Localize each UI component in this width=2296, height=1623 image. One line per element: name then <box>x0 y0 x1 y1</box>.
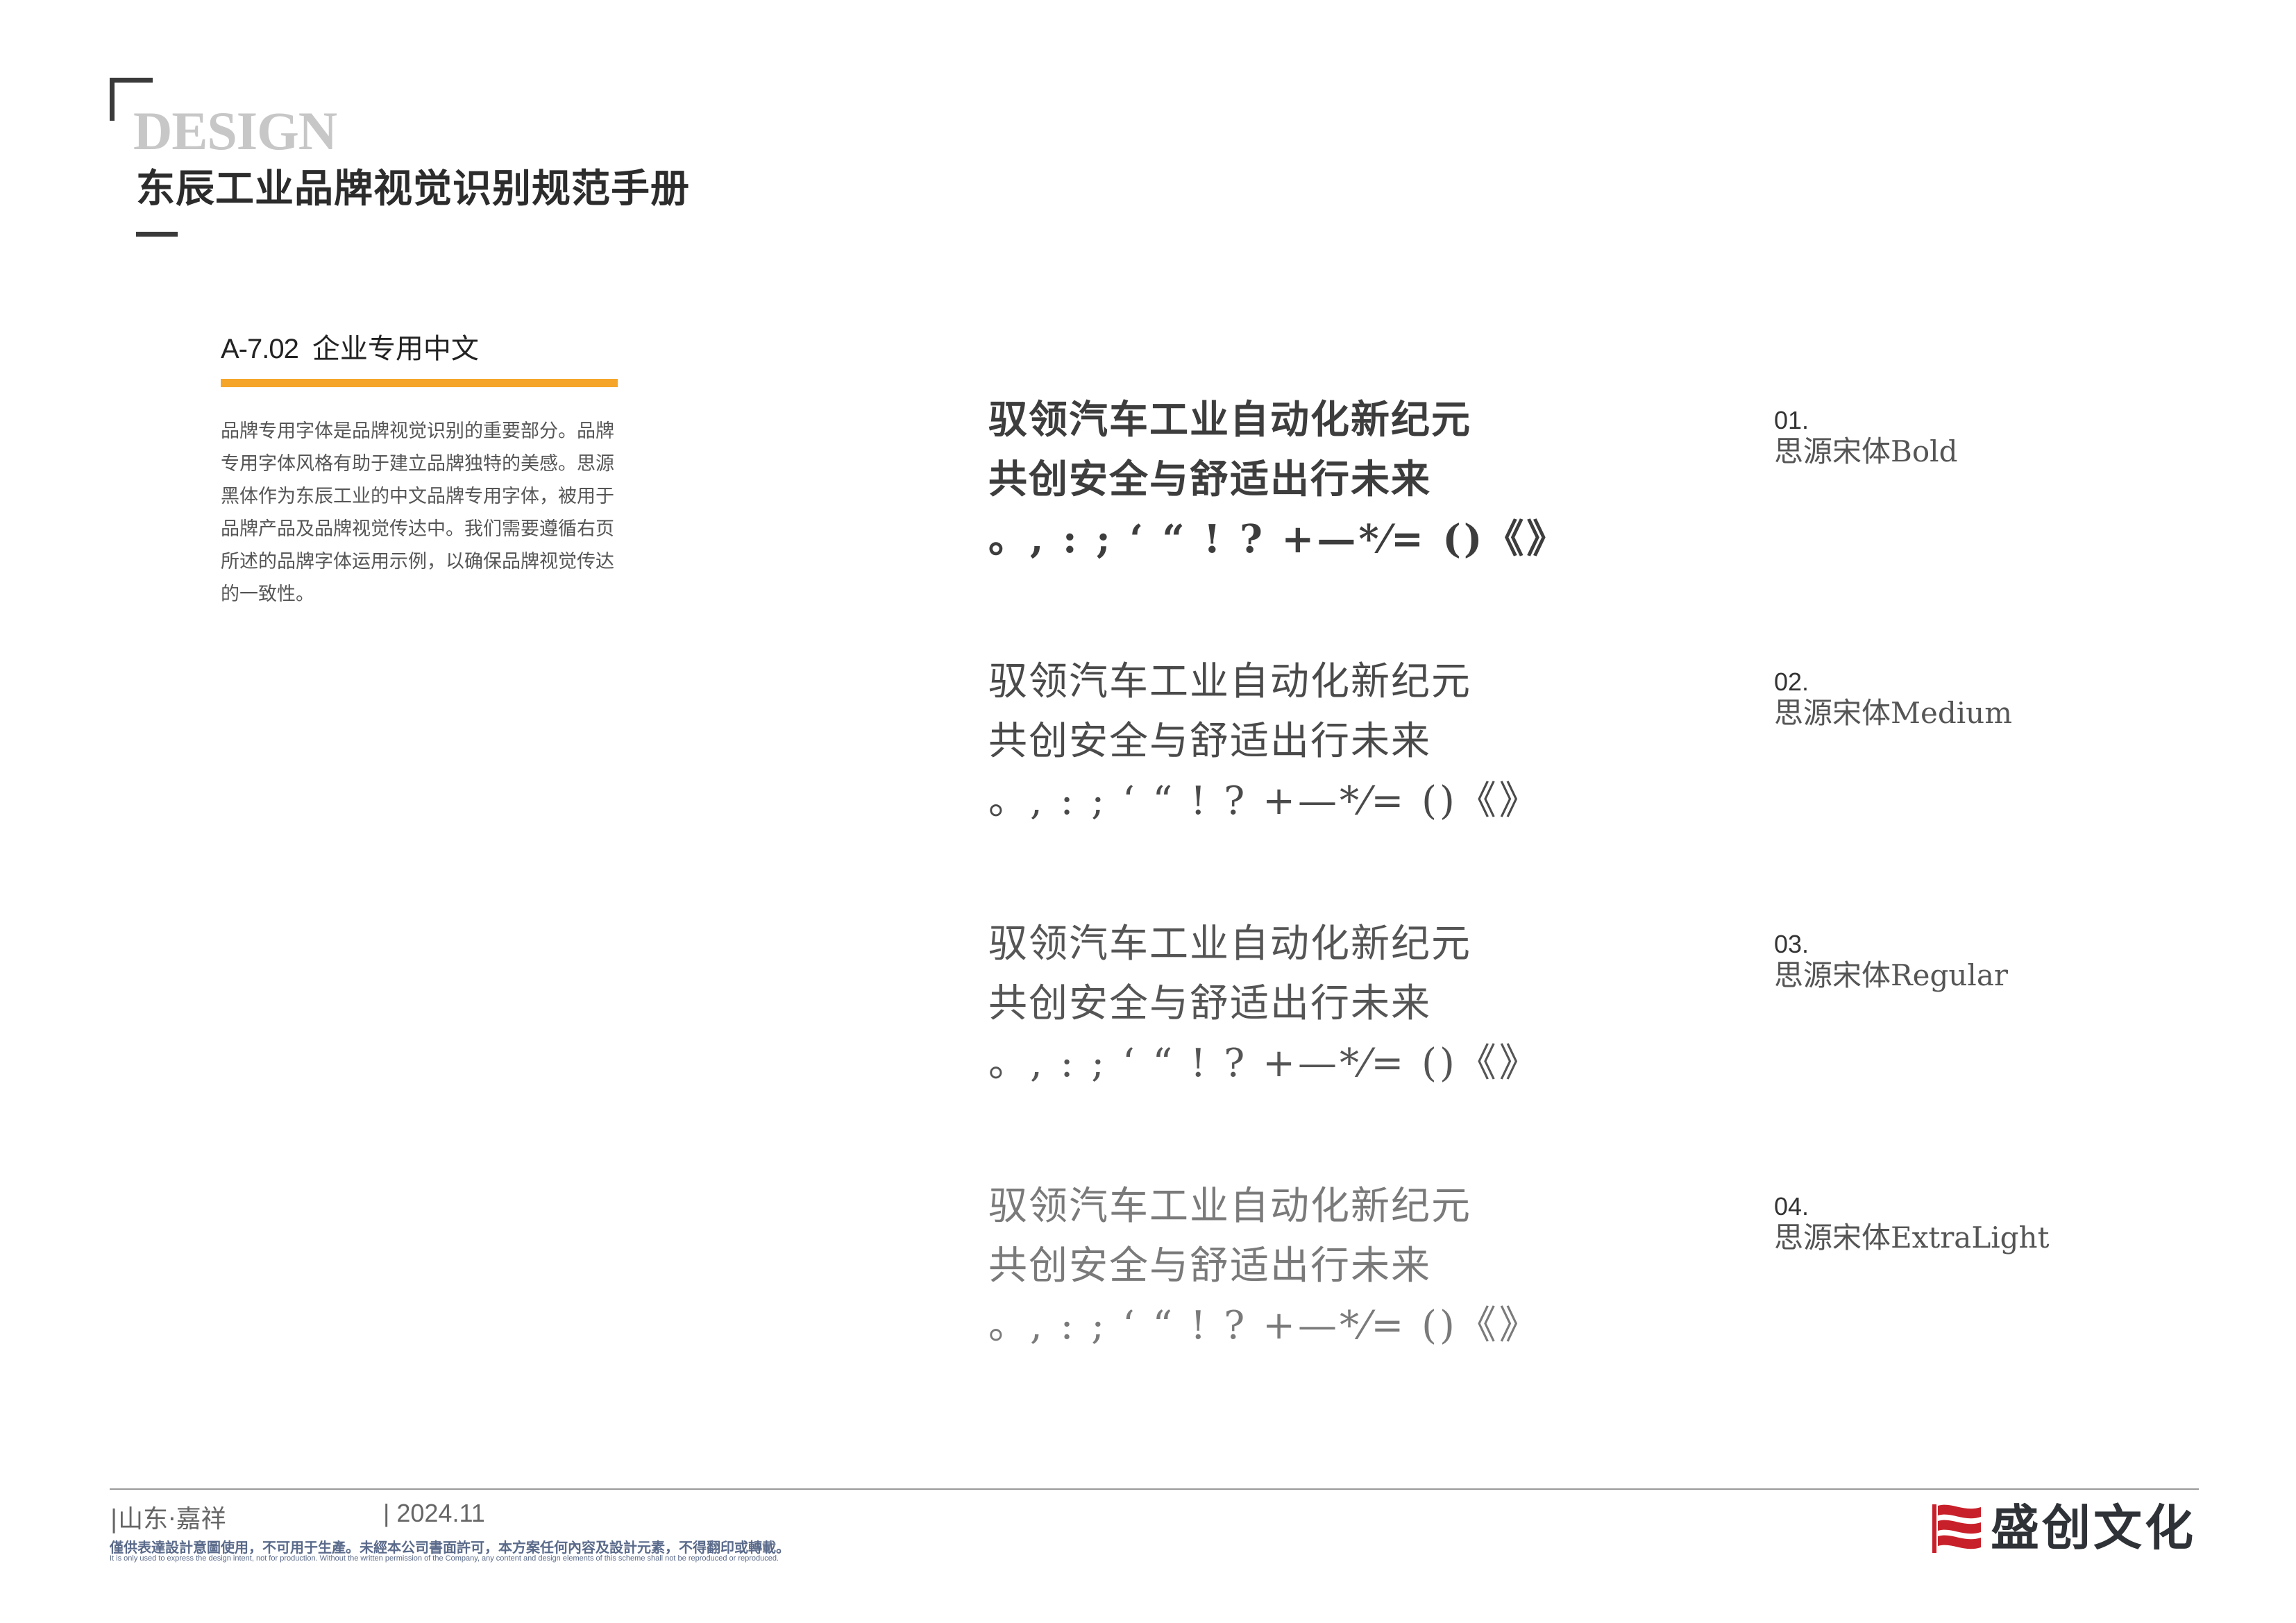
brand-mark: 盛创文化 <box>1931 1499 2196 1557</box>
footer-disclaimer-cn: 僅供表達設計意圖使用，不可用于生產。未經本公司書面許可，本方案任何內容及設計元素… <box>110 1539 790 1556</box>
document-title: 东辰工业品牌视觉识别规范手册 <box>136 167 690 212</box>
font-specimen-extralight: 驭领汽车工业自动化新纪元 共创安全与舒适出行未来 。, : ; ‘ “ ! ? … <box>988 1177 1541 1356</box>
font-specimen-regular: 驭领汽车工业自动化新纪元 共创安全与舒适出行未来 。, : ; ‘ “ ! ? … <box>988 915 1541 1094</box>
specimen-line-2: 共创安全与舒适出行未来 <box>988 457 1431 502</box>
brand-name: 盛创文化 <box>1991 1499 2196 1556</box>
specimen-line-2: 共创安全与舒适出行未来 <box>988 981 1431 1026</box>
specimen-label-bold: 01. 思源宋体Bold <box>1774 406 2135 470</box>
footer-divider <box>110 1488 2199 1490</box>
specimen-font-name: 思源宋体Medium <box>1774 696 2013 731</box>
title-underline <box>136 232 178 237</box>
footer-disclaimer-en: It is only used to express the design in… <box>110 1554 779 1563</box>
specimen-punctuation: 。, : ; ‘ “ ! ? +—*⁄= ()《》 <box>988 1303 1541 1348</box>
specimen-font-name: 思源宋体ExtraLight <box>1774 1221 2050 1255</box>
specimen-font-name: 思源宋体Regular <box>1774 958 2008 993</box>
footer-date: | 2024.11 <box>383 1499 485 1527</box>
specimen-line-1: 驭领汽车工业自动化新纪元 <box>988 397 1471 443</box>
corner-mark-horizontal <box>110 78 153 83</box>
specimen-line-2: 共创安全与舒适出行未来 <box>988 719 1431 764</box>
specimen-line-2: 共创安全与舒适出行未来 <box>988 1243 1431 1289</box>
specimen-number: 03. <box>1774 930 1809 958</box>
design-wordmark: DESIGN <box>133 101 337 161</box>
specimen-label-regular: 03. 思源宋体Regular <box>1774 930 2135 994</box>
section-heading: A-7.02 企业专用中文 <box>221 335 479 363</box>
specimen-punctuation: 。, : ; ‘ “ ! ? +—*⁄= ()《》 <box>988 516 1569 562</box>
section-name: 企业专用中文 <box>312 333 479 365</box>
specimen-number: 04. <box>1774 1192 1809 1221</box>
specimen-number: 02. <box>1774 668 1809 696</box>
specimen-punctuation: 。, : ; ‘ “ ! ? +—*⁄= ()《》 <box>988 779 1541 824</box>
section-description: 品牌专用字体是品牌视觉识别的重要部分。品牌专用字体风格有助于建立品牌独特的美感。… <box>221 420 614 605</box>
specimen-line-1: 驭领汽车工业自动化新纪元 <box>988 1184 1471 1229</box>
font-specimen-medium: 驭领汽车工业自动化新纪元 共创安全与舒适出行未来 。, : ; ‘ “ ! ? … <box>988 652 1541 831</box>
footer-location: |山东·嘉祥 <box>110 1505 226 1533</box>
specimen-font-name: 思源宋体Bold <box>1774 434 1958 469</box>
specimen-line-1: 驭领汽车工业自动化新纪元 <box>988 921 1471 967</box>
specimen-label-extralight: 04. 思源宋体ExtraLight <box>1774 1192 2135 1256</box>
font-specimen-bold: 驭领汽车工业自动化新纪元 共创安全与舒适出行未来 。, : ; ‘ “ ! ? … <box>988 390 1569 569</box>
corner-mark-vertical <box>110 78 115 121</box>
flag-logo-icon <box>1932 1504 1981 1553</box>
specimen-number: 01. <box>1774 406 1809 434</box>
section-accent-bar <box>221 379 618 387</box>
section-code: A-7.02 <box>221 334 299 364</box>
specimen-line-1: 驭领汽车工业自动化新纪元 <box>988 659 1471 704</box>
specimen-punctuation: 。, : ; ‘ “ ! ? +—*⁄= ()《》 <box>988 1041 1541 1086</box>
specimen-label-medium: 02. 思源宋体Medium <box>1774 668 2135 731</box>
